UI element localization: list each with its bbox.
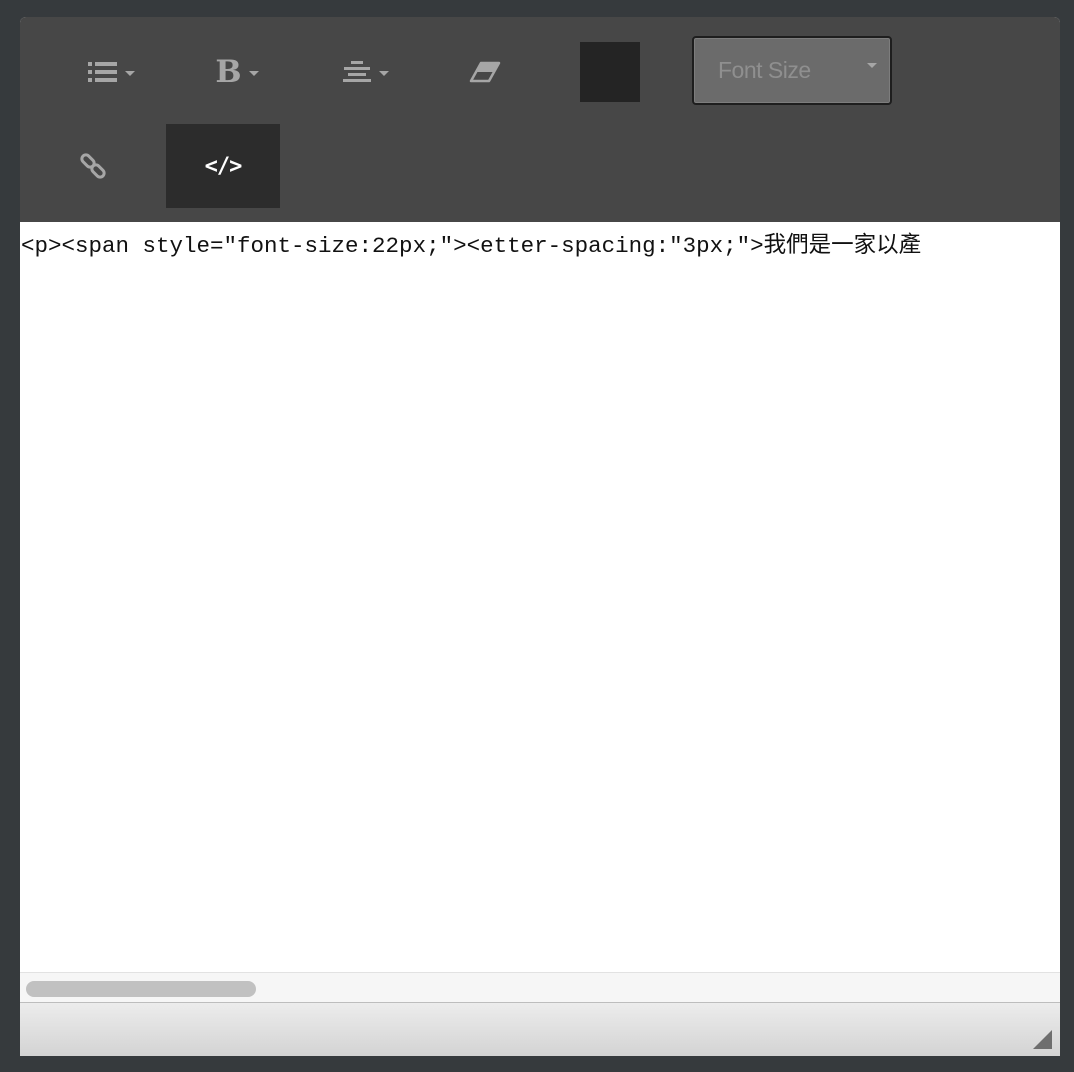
editor-statusbar	[20, 1002, 1060, 1056]
chevron-down-icon	[124, 70, 135, 76]
horizontal-scrollbar[interactable]	[20, 972, 1060, 1003]
editor-toolbar: B Font Size </>	[20, 17, 1060, 222]
chevron-down-icon	[378, 70, 389, 76]
bold-icon: B	[215, 53, 242, 90]
code-view-button[interactable]: </>	[166, 124, 280, 208]
eraser-icon	[469, 61, 501, 83]
align-center-icon	[342, 60, 372, 84]
chevron-down-icon	[248, 70, 259, 76]
bold-button[interactable]: B	[192, 42, 282, 102]
scrollbar-thumb[interactable]	[26, 981, 256, 997]
text-color-swatch[interactable]	[580, 42, 640, 102]
link-icon	[79, 152, 107, 180]
align-button[interactable]	[320, 42, 410, 102]
eraser-button[interactable]	[455, 42, 515, 102]
chevron-down-icon	[867, 63, 877, 68]
code-icon: </>	[204, 153, 243, 179]
font-size-dropdown[interactable]: Font Size	[692, 36, 892, 105]
code-editor-area[interactable]: <p><span style="font-size:22px;"><etter-…	[20, 222, 1060, 972]
rich-text-editor: B Font Size </> <p><span style="font-siz…	[20, 17, 1060, 1056]
resize-handle-icon[interactable]	[1033, 1030, 1052, 1049]
link-button[interactable]	[60, 124, 126, 208]
font-size-label: Font Size	[718, 57, 811, 83]
list-style-button[interactable]	[66, 42, 156, 102]
unordered-list-icon	[87, 60, 118, 84]
code-line-1[interactable]: <p><span style="font-size:22px;"><etter-…	[21, 232, 921, 260]
